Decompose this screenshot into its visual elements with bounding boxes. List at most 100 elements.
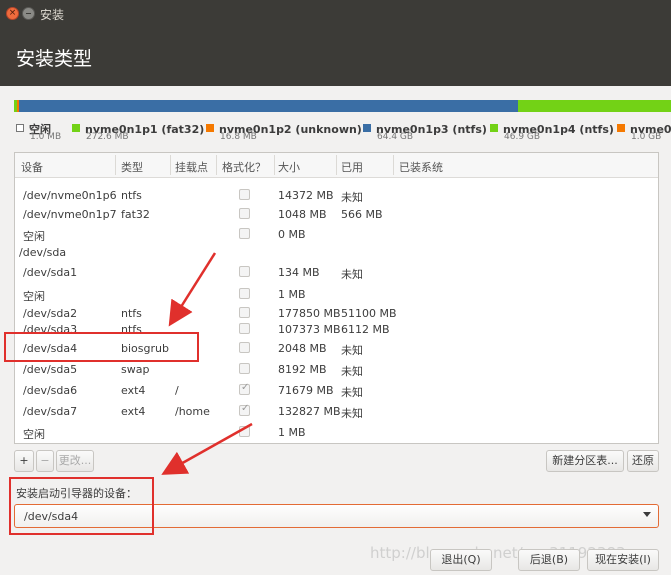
size-cell: 8192 MB bbox=[278, 363, 327, 376]
page-header: 安装类型 bbox=[0, 28, 671, 86]
used-cell: 未知 bbox=[341, 365, 363, 378]
partition-legend: 空闲 1.0 MB nvme0n1p1 (fat32) 272.6 MB nvme0n1… bbox=[0, 118, 671, 148]
remove-partition-button[interactable]: − bbox=[36, 450, 54, 472]
type-cell: ext4 bbox=[121, 405, 146, 418]
minimize-window-button[interactable] bbox=[22, 7, 35, 20]
device-cell: /dev/sda3 bbox=[23, 323, 78, 336]
legend-swatch bbox=[363, 123, 371, 132]
table-row[interactable]: /dev/sda5 swap 8192 MB 未知 bbox=[15, 360, 658, 378]
format-checkbox[interactable] bbox=[239, 323, 250, 334]
close-icon: × bbox=[8, 8, 17, 18]
used-cell: 未知 bbox=[341, 407, 363, 420]
size-cell: 2048 MB bbox=[278, 342, 327, 355]
device-cell: /dev/nvme0n1p7 bbox=[23, 208, 117, 221]
size-cell: 132827 MB bbox=[278, 405, 341, 418]
legend-swatch bbox=[617, 123, 625, 132]
close-window-button[interactable]: × bbox=[6, 7, 19, 20]
format-checkbox[interactable] bbox=[239, 266, 250, 277]
partition-bar-segment bbox=[517, 100, 671, 112]
column-header[interactable]: 挂载点 bbox=[175, 159, 208, 175]
used-cell: 未知 bbox=[341, 344, 363, 357]
format-checkbox[interactable] bbox=[239, 363, 250, 374]
format-checkbox[interactable] bbox=[239, 426, 250, 437]
used-cell: 51100 MB bbox=[341, 307, 397, 320]
table-row[interactable]: 空闲 1 MB bbox=[15, 423, 658, 441]
partition-usage-bar bbox=[14, 100, 671, 112]
used-cell: 566 MB bbox=[341, 208, 383, 221]
format-checkbox[interactable] bbox=[239, 382, 250, 395]
device-cell: /dev/sda7 bbox=[23, 405, 78, 418]
legend-item: nvme0n1p2 (unknown) 16.8 MB bbox=[206, 118, 362, 142]
legend-size: 16.8 MB bbox=[220, 132, 257, 142]
table-row[interactable]: /dev/sda6 ext4 / 71679 MB 未知 bbox=[15, 381, 658, 399]
device-cell: /dev/sda6 bbox=[23, 384, 78, 397]
install-now-button[interactable]: 现在安装(I) bbox=[587, 549, 659, 571]
used-cell: 未知 bbox=[341, 191, 363, 204]
column-header[interactable]: 格式化？ bbox=[222, 159, 266, 175]
format-checkbox[interactable] bbox=[239, 307, 250, 318]
type-cell: ext4 bbox=[121, 384, 146, 397]
size-cell: 107373 MB bbox=[278, 323, 341, 336]
window-titlebar: × 安装 bbox=[0, 0, 671, 28]
table-row[interactable]: 空闲 1 MB bbox=[15, 285, 658, 303]
legend-swatch bbox=[16, 123, 24, 132]
partition-table[interactable]: 设备 类型 挂载点 格式化？ 大小 已用 已装系统 /dev/nvme0n1p6 ntfs 14… bbox=[14, 152, 659, 444]
legend-item: nvme0n1p3 (ntfs) 64.4 GB bbox=[363, 118, 487, 142]
bootloader-device-select[interactable]: /dev/sda4 bbox=[14, 504, 659, 528]
format-checkbox[interactable] bbox=[239, 208, 250, 219]
table-row[interactable]: /dev/sda7 ext4/home 132827 MB 未知 bbox=[15, 402, 658, 420]
size-cell: 134 MB bbox=[278, 266, 320, 279]
legend-size: 272.6 MB bbox=[86, 132, 129, 142]
size-cell: 14372 MB bbox=[278, 189, 334, 202]
device-cell: 空闲 bbox=[23, 290, 45, 303]
legend-size: 64.4 GB bbox=[377, 132, 414, 142]
legend-item: nvme0n1p4 (ntfs) 46.9 GB bbox=[490, 118, 614, 142]
type-cell: ntfs bbox=[121, 307, 142, 320]
legend-item: 空闲 1.0 MB bbox=[16, 118, 61, 142]
table-row[interactable]: /dev/sda bbox=[15, 243, 658, 261]
table-row[interactable]: /dev/nvme0n1p6 ntfs 14372 MB 未知 bbox=[15, 186, 658, 204]
legend-swatch bbox=[490, 123, 498, 132]
column-separator bbox=[274, 155, 275, 175]
device-cell: 空闲 bbox=[23, 230, 45, 243]
table-row[interactable]: /dev/sda1 134 MB 未知 bbox=[15, 263, 658, 281]
size-cell: 1048 MB bbox=[278, 208, 327, 221]
table-row[interactable]: /dev/sda4 biosgrub 2048 MB 未知 bbox=[15, 339, 658, 357]
revert-button[interactable]: 还原 bbox=[627, 450, 659, 472]
bootloader-device-value: /dev/sda4 bbox=[24, 510, 79, 523]
legend-size: 1.0 MB bbox=[30, 132, 62, 142]
quit-button[interactable]: 退出(Q) bbox=[430, 549, 492, 571]
column-header[interactable]: 已装系统 bbox=[399, 159, 443, 175]
format-checkbox[interactable] bbox=[239, 189, 250, 200]
new-partition-table-button[interactable]: 新建分区表... bbox=[546, 450, 624, 472]
format-checkbox[interactable] bbox=[239, 288, 250, 299]
column-header[interactable]: 大小 bbox=[278, 159, 300, 175]
table-row[interactable]: /dev/sda3 ntfs 107373 MB 6112 MB bbox=[15, 320, 658, 338]
mount-cell: /home bbox=[175, 405, 210, 418]
column-header[interactable]: 类型 bbox=[121, 159, 143, 175]
back-button[interactable]: 后退(B) bbox=[518, 549, 580, 571]
column-separator bbox=[393, 155, 394, 175]
device-cell: /dev/sda4 bbox=[23, 342, 78, 355]
format-checkbox[interactable] bbox=[239, 228, 250, 239]
change-partition-button[interactable]: 更改... bbox=[56, 450, 94, 472]
legend-size: 1.0 GB bbox=[631, 132, 662, 142]
format-checkbox[interactable] bbox=[239, 342, 250, 353]
size-cell: 1 MB bbox=[278, 288, 306, 301]
dropdown-arrow-icon bbox=[643, 512, 651, 517]
page-title: 安装类型 bbox=[16, 48, 93, 70]
add-partition-button[interactable]: + bbox=[14, 450, 34, 472]
legend-item: nvme0n1p1 (fat32) 272.6 MB bbox=[72, 118, 204, 142]
size-cell: 71679 MB bbox=[278, 384, 334, 397]
type-cell: ntfs bbox=[121, 189, 142, 202]
size-cell: 177850 MB bbox=[278, 307, 341, 320]
table-row[interactable]: 空闲 0 MB bbox=[15, 225, 658, 243]
format-checkbox[interactable] bbox=[239, 403, 250, 416]
column-header[interactable]: 设备 bbox=[21, 159, 43, 175]
legend-size: 46.9 GB bbox=[504, 132, 541, 142]
table-row[interactable]: /dev/nvme0n1p7 fat32 1048 MB 566 MB bbox=[15, 205, 658, 223]
partition-table-header: 设备 类型 挂载点 格式化？ 大小 已用 已装系统 bbox=[15, 153, 658, 178]
column-header[interactable]: 已用 bbox=[341, 159, 363, 175]
device-cell: /dev/sda2 bbox=[23, 307, 78, 320]
device-cell: /dev/sda5 bbox=[23, 363, 78, 376]
